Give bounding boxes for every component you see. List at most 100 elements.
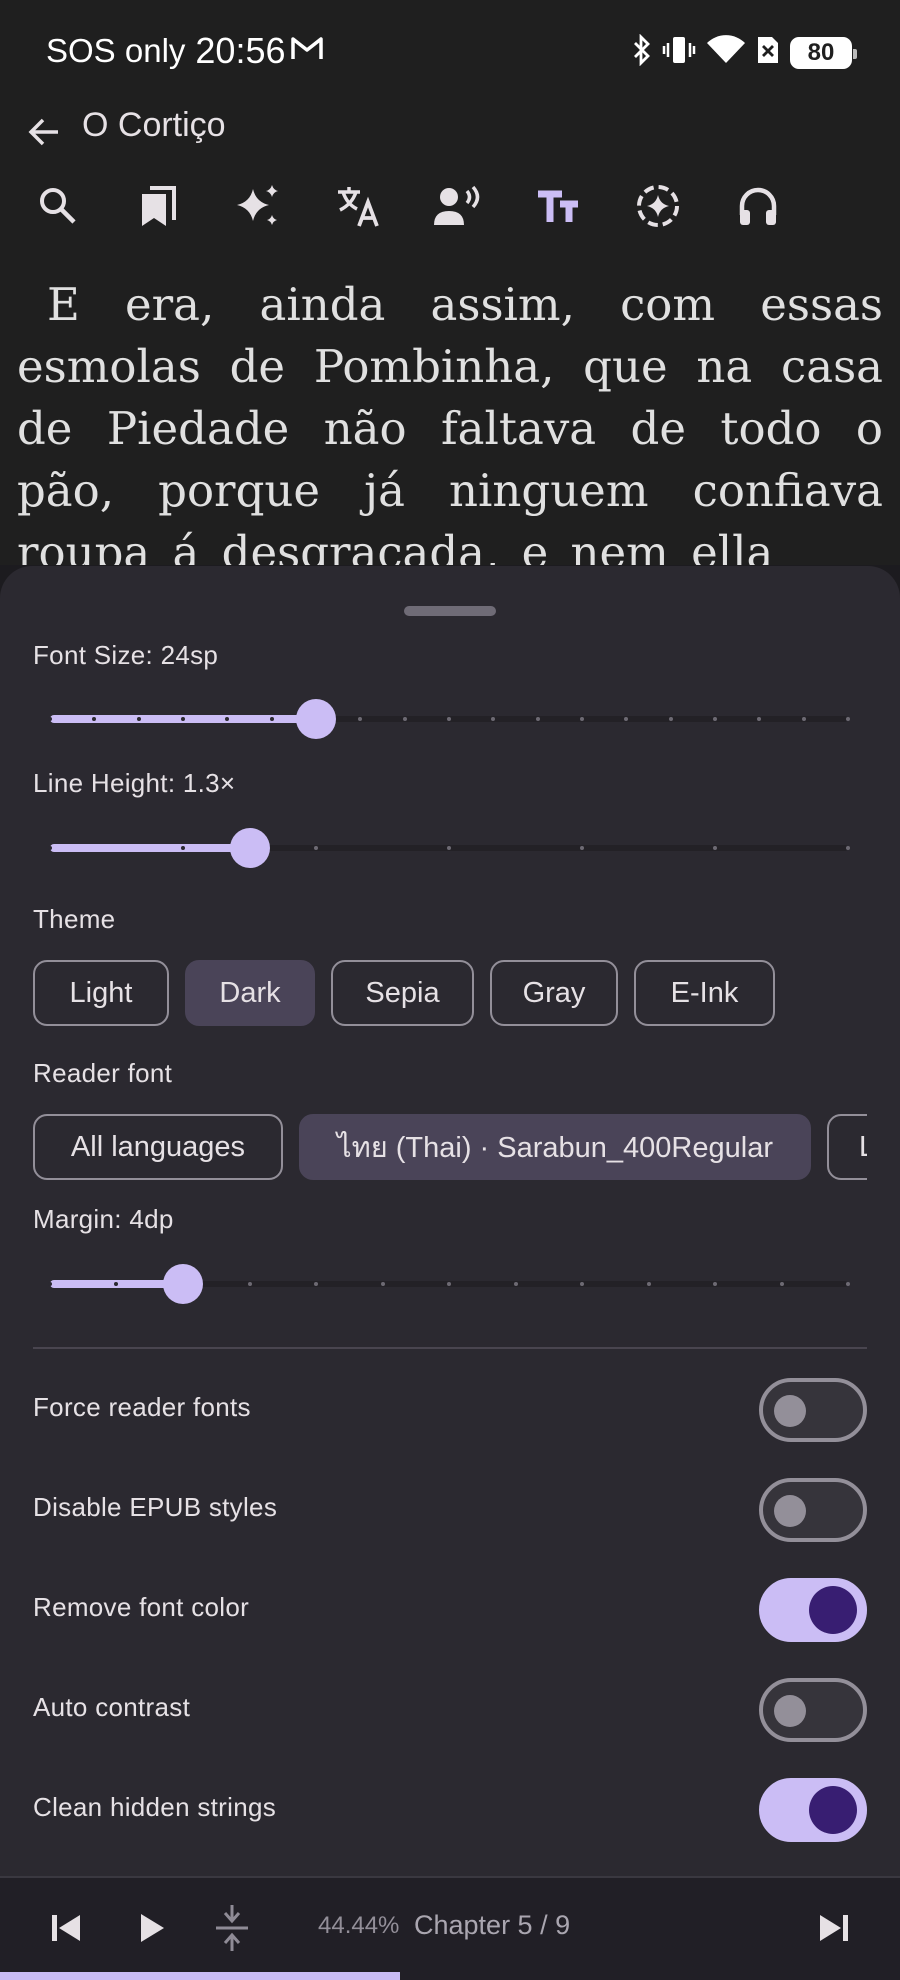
theme-chips: Light Dark Sepia Gray E-Ink: [33, 960, 775, 1026]
slider-tick: [380, 1282, 385, 1286]
wifi-icon: [706, 34, 746, 71]
slider-tick: [402, 717, 407, 721]
slider-tick: [579, 846, 584, 850]
vibrate-icon: [662, 34, 696, 71]
disable-epub-styles-switch[interactable]: [759, 1478, 867, 1542]
bookmarks-icon: [142, 186, 176, 226]
text-format-icon: [538, 190, 578, 222]
slider-tick: [313, 846, 318, 850]
status-bar: SOS only 20:56 80: [0, 0, 900, 100]
play-button[interactable]: [124, 1900, 180, 1956]
chapter-indicator: Chapter 5 / 9: [414, 1910, 571, 1940]
slider-tick: [247, 1282, 252, 1286]
battery-level: 80: [807, 38, 835, 66]
slider-thumb[interactable]: [295, 699, 336, 739]
audiobook-button[interactable]: [726, 174, 790, 238]
toggle-row-auto-contrast[interactable]: Auto contrast: [0, 1676, 900, 1746]
read-aloud-button[interactable]: [426, 174, 490, 238]
theme-chip-light[interactable]: Light: [33, 960, 169, 1026]
reader-content[interactable]: E era, ainda assim, com essas esmolas de…: [0, 250, 900, 565]
toggle-row-force-reader-fonts[interactable]: Force reader fonts: [0, 1376, 900, 1446]
app-bar: O Cortiço: [0, 100, 900, 250]
gmail-icon: [290, 32, 324, 70]
battery-icon: 80: [790, 36, 857, 69]
search-icon: [40, 188, 76, 224]
slider-tick: [136, 717, 141, 721]
translate-icon: [338, 187, 379, 227]
drag-handle[interactable]: [404, 606, 496, 616]
auto-contrast-switch[interactable]: [759, 1678, 867, 1742]
toggle-label: Auto contrast: [33, 1692, 191, 1722]
switch-knob: [774, 1395, 806, 1427]
translate-button[interactable]: [326, 174, 390, 238]
tts-voice-icon: [434, 185, 480, 225]
bluetooth-icon: [632, 33, 652, 71]
font-chip-partial[interactable]: L: [827, 1114, 867, 1180]
font-size-label: Font Size: 24sp: [33, 640, 219, 670]
slider-tick: [48, 717, 52, 721]
remove-font-color-switch[interactable]: [759, 1578, 867, 1642]
line-height-slider[interactable]: [48, 828, 850, 868]
font-chip-all-languages[interactable]: All languages: [33, 1114, 283, 1180]
arrow-back-icon: [28, 118, 58, 146]
clean-hidden-strings-switch[interactable]: [759, 1778, 867, 1842]
toggle-row-remove-font-color[interactable]: Remove font color: [0, 1576, 900, 1646]
text-format-button[interactable]: [526, 174, 590, 238]
switch-knob: [809, 1586, 857, 1634]
sync-icon: [637, 185, 679, 227]
no-sim-icon: [756, 35, 780, 70]
theme-chip-eink[interactable]: E-Ink: [634, 960, 775, 1026]
slider-tick: [447, 846, 451, 850]
toggle-row-clean-hidden-strings[interactable]: Clean hidden strings: [0, 1776, 900, 1846]
theme-chip-dark[interactable]: Dark: [185, 960, 315, 1026]
slider-tick: [713, 846, 717, 850]
headphones-icon: [739, 187, 777, 225]
switch-knob: [809, 1786, 857, 1834]
margin-label: Margin: 4dp: [33, 1204, 174, 1234]
skip-next-icon: [820, 1915, 848, 1941]
slider-tick: [313, 1282, 318, 1286]
slider-tick: [269, 717, 274, 721]
ai-sparkle-icon: [237, 185, 278, 225]
force-reader-fonts-switch[interactable]: [759, 1378, 867, 1442]
progress-percent: 44.44%: [318, 1912, 400, 1939]
theme-chip-sepia[interactable]: Sepia: [331, 960, 474, 1026]
slider-tick: [779, 1282, 784, 1286]
slider-tick: [579, 717, 584, 721]
reader-footer: 44.44% Chapter 5 / 9: [0, 1876, 900, 1980]
reading-progress-bar: [0, 1972, 400, 1980]
carrier-text: SOS only: [46, 32, 186, 69]
divider: [33, 1347, 867, 1349]
sync-button[interactable]: [626, 174, 690, 238]
toggle-label: Clean hidden strings: [33, 1792, 277, 1822]
search-button[interactable]: [26, 174, 90, 238]
reader-toolbar: [0, 170, 900, 250]
line-height-label: Line Height: 1.3×: [33, 768, 236, 798]
book-title: O Cortiço: [82, 106, 226, 144]
font-size-slider[interactable]: [48, 699, 850, 739]
slider-tick: [180, 846, 185, 850]
slider-thumb[interactable]: [229, 828, 270, 868]
toggle-row-disable-epub-styles[interactable]: Disable EPUB styles: [0, 1476, 900, 1546]
previous-chapter-button[interactable]: [38, 1900, 94, 1956]
slider-tick: [846, 1282, 850, 1286]
collapse-button[interactable]: [204, 1900, 260, 1956]
theme-chip-gray[interactable]: Gray: [490, 960, 618, 1026]
next-chapter-button[interactable]: [806, 1900, 862, 1956]
bookmarks-button[interactable]: [126, 174, 190, 238]
ai-button[interactable]: [226, 174, 290, 238]
slider-tick: [447, 1282, 451, 1286]
font-chip-thai-sarabun[interactable]: ไทย (Thai) · Sarabun_400Regular: [299, 1114, 811, 1180]
slider-tick: [48, 1282, 52, 1286]
switch-knob: [774, 1495, 806, 1527]
slider-tick: [579, 1282, 584, 1286]
slider-tick: [513, 1282, 518, 1286]
reader-font-chips: All languages ไทย (Thai) · Sarabun_400Re…: [33, 1114, 867, 1184]
margin-slider[interactable]: [48, 1264, 850, 1304]
slider-tick: [535, 717, 540, 721]
slider-tick: [846, 846, 850, 850]
back-button[interactable]: [14, 102, 74, 162]
slider-tick: [668, 717, 673, 721]
slider-thumb[interactable]: [162, 1264, 203, 1304]
toggle-label: Force reader fonts: [33, 1392, 251, 1422]
